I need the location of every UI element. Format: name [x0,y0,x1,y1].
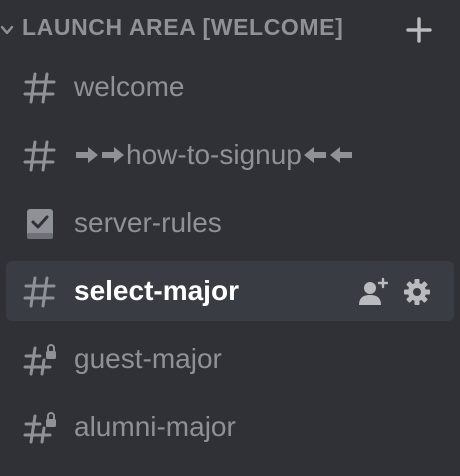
chevron-down-icon[interactable] [0,22,14,38]
category-label: LAUNCH AREA [WELCOME] [22,14,344,40]
channel-welcome[interactable]: welcome [6,57,454,117]
arrow-left-icon [303,146,326,163]
hash-icon [23,72,56,104]
arrow-right-icon [76,146,98,163]
channel-name: guest-major [74,343,222,374]
channel-actions [358,277,432,307]
channel-how-to-signup[interactable]: how-to-signup [6,125,454,185]
hash-icon [23,276,56,308]
channel-name: server-rules [74,207,222,238]
channel-guest-major[interactable]: guest-major [6,329,454,389]
arrow-left-icon [329,146,352,163]
channel-name: welcome [74,71,185,102]
category-header-launch-area[interactable]: LAUNCH AREA [WELCOME] [0,0,460,60]
channel-sidebar: LAUNCH AREA [WELCOME] welcome how-to-sig… [0,0,460,476]
channel-name: how-to-signup [126,139,302,170]
locked-hash-icon [23,412,56,444]
rules-book-icon [27,209,53,239]
channel-name-row: how-to-signup [74,138,354,172]
channel-name: select-major [74,275,239,306]
arrow-right-icon [102,146,124,163]
channel-select-major[interactable]: select-major [6,261,454,321]
plus-icon[interactable] [405,16,433,44]
locked-hash-icon [23,344,56,376]
hash-icon [23,140,56,172]
channel-alumni-major[interactable]: alumni-major [6,397,454,457]
channel-server-rules[interactable]: server-rules [6,193,454,253]
invite-user-icon[interactable] [358,277,388,307]
settings-gear-icon[interactable] [402,277,432,307]
channel-name: alumni-major [74,411,236,442]
